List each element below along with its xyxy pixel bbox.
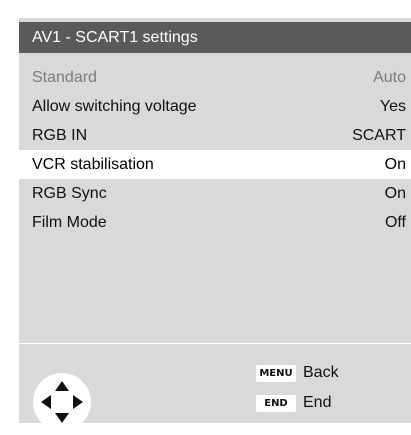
setting-row-vcr-stabilisation[interactable]: VCR stabilisation On (19, 150, 411, 179)
setting-label: Standard (32, 69, 97, 86)
settings-panel: AV1 - SCART1 settings Standard Auto Allo… (19, 18, 411, 431)
setting-row-rgb-in[interactable]: RGB IN SCART (19, 121, 411, 150)
arrow-left-icon (41, 395, 51, 409)
setting-value: Yes (379, 98, 406, 115)
end-label: End (303, 394, 332, 411)
setting-row-rgb-sync[interactable]: RGB Sync On (19, 179, 411, 208)
setting-label: RGB Sync (32, 185, 107, 202)
setting-label: VCR stabilisation (32, 156, 154, 173)
setting-label: RGB IN (32, 127, 88, 144)
setting-value: SCART (352, 127, 406, 144)
setting-row-allow-switching-voltage[interactable]: Allow switching voltage Yes (19, 92, 411, 121)
setting-row-film-mode[interactable]: Film Mode Off (19, 208, 411, 237)
end-hint[interactable]: END End (256, 394, 331, 412)
setting-value: Off (384, 214, 406, 231)
four-way-arrows-icon (33, 373, 91, 431)
setting-value: On (384, 185, 406, 202)
arrow-right-icon (73, 395, 83, 409)
setting-value: Auto (373, 69, 406, 86)
menu-key-badge: MENU (256, 364, 296, 382)
footer-divider (19, 343, 411, 344)
arrow-up-icon (55, 381, 69, 391)
arrow-down-icon (55, 413, 69, 423)
end-key-badge: END (256, 394, 296, 412)
setting-label: Film Mode (32, 214, 107, 231)
setting-value: On (384, 156, 406, 173)
settings-list: Standard Auto Allow switching voltage Ye… (19, 63, 411, 237)
back-label: Back (303, 364, 339, 381)
setting-row-standard[interactable]: Standard Auto (19, 63, 411, 92)
back-hint[interactable]: MENU Back (256, 364, 339, 382)
panel-title: AV1 - SCART1 settings (19, 22, 411, 53)
setting-label: Allow switching voltage (32, 98, 197, 115)
